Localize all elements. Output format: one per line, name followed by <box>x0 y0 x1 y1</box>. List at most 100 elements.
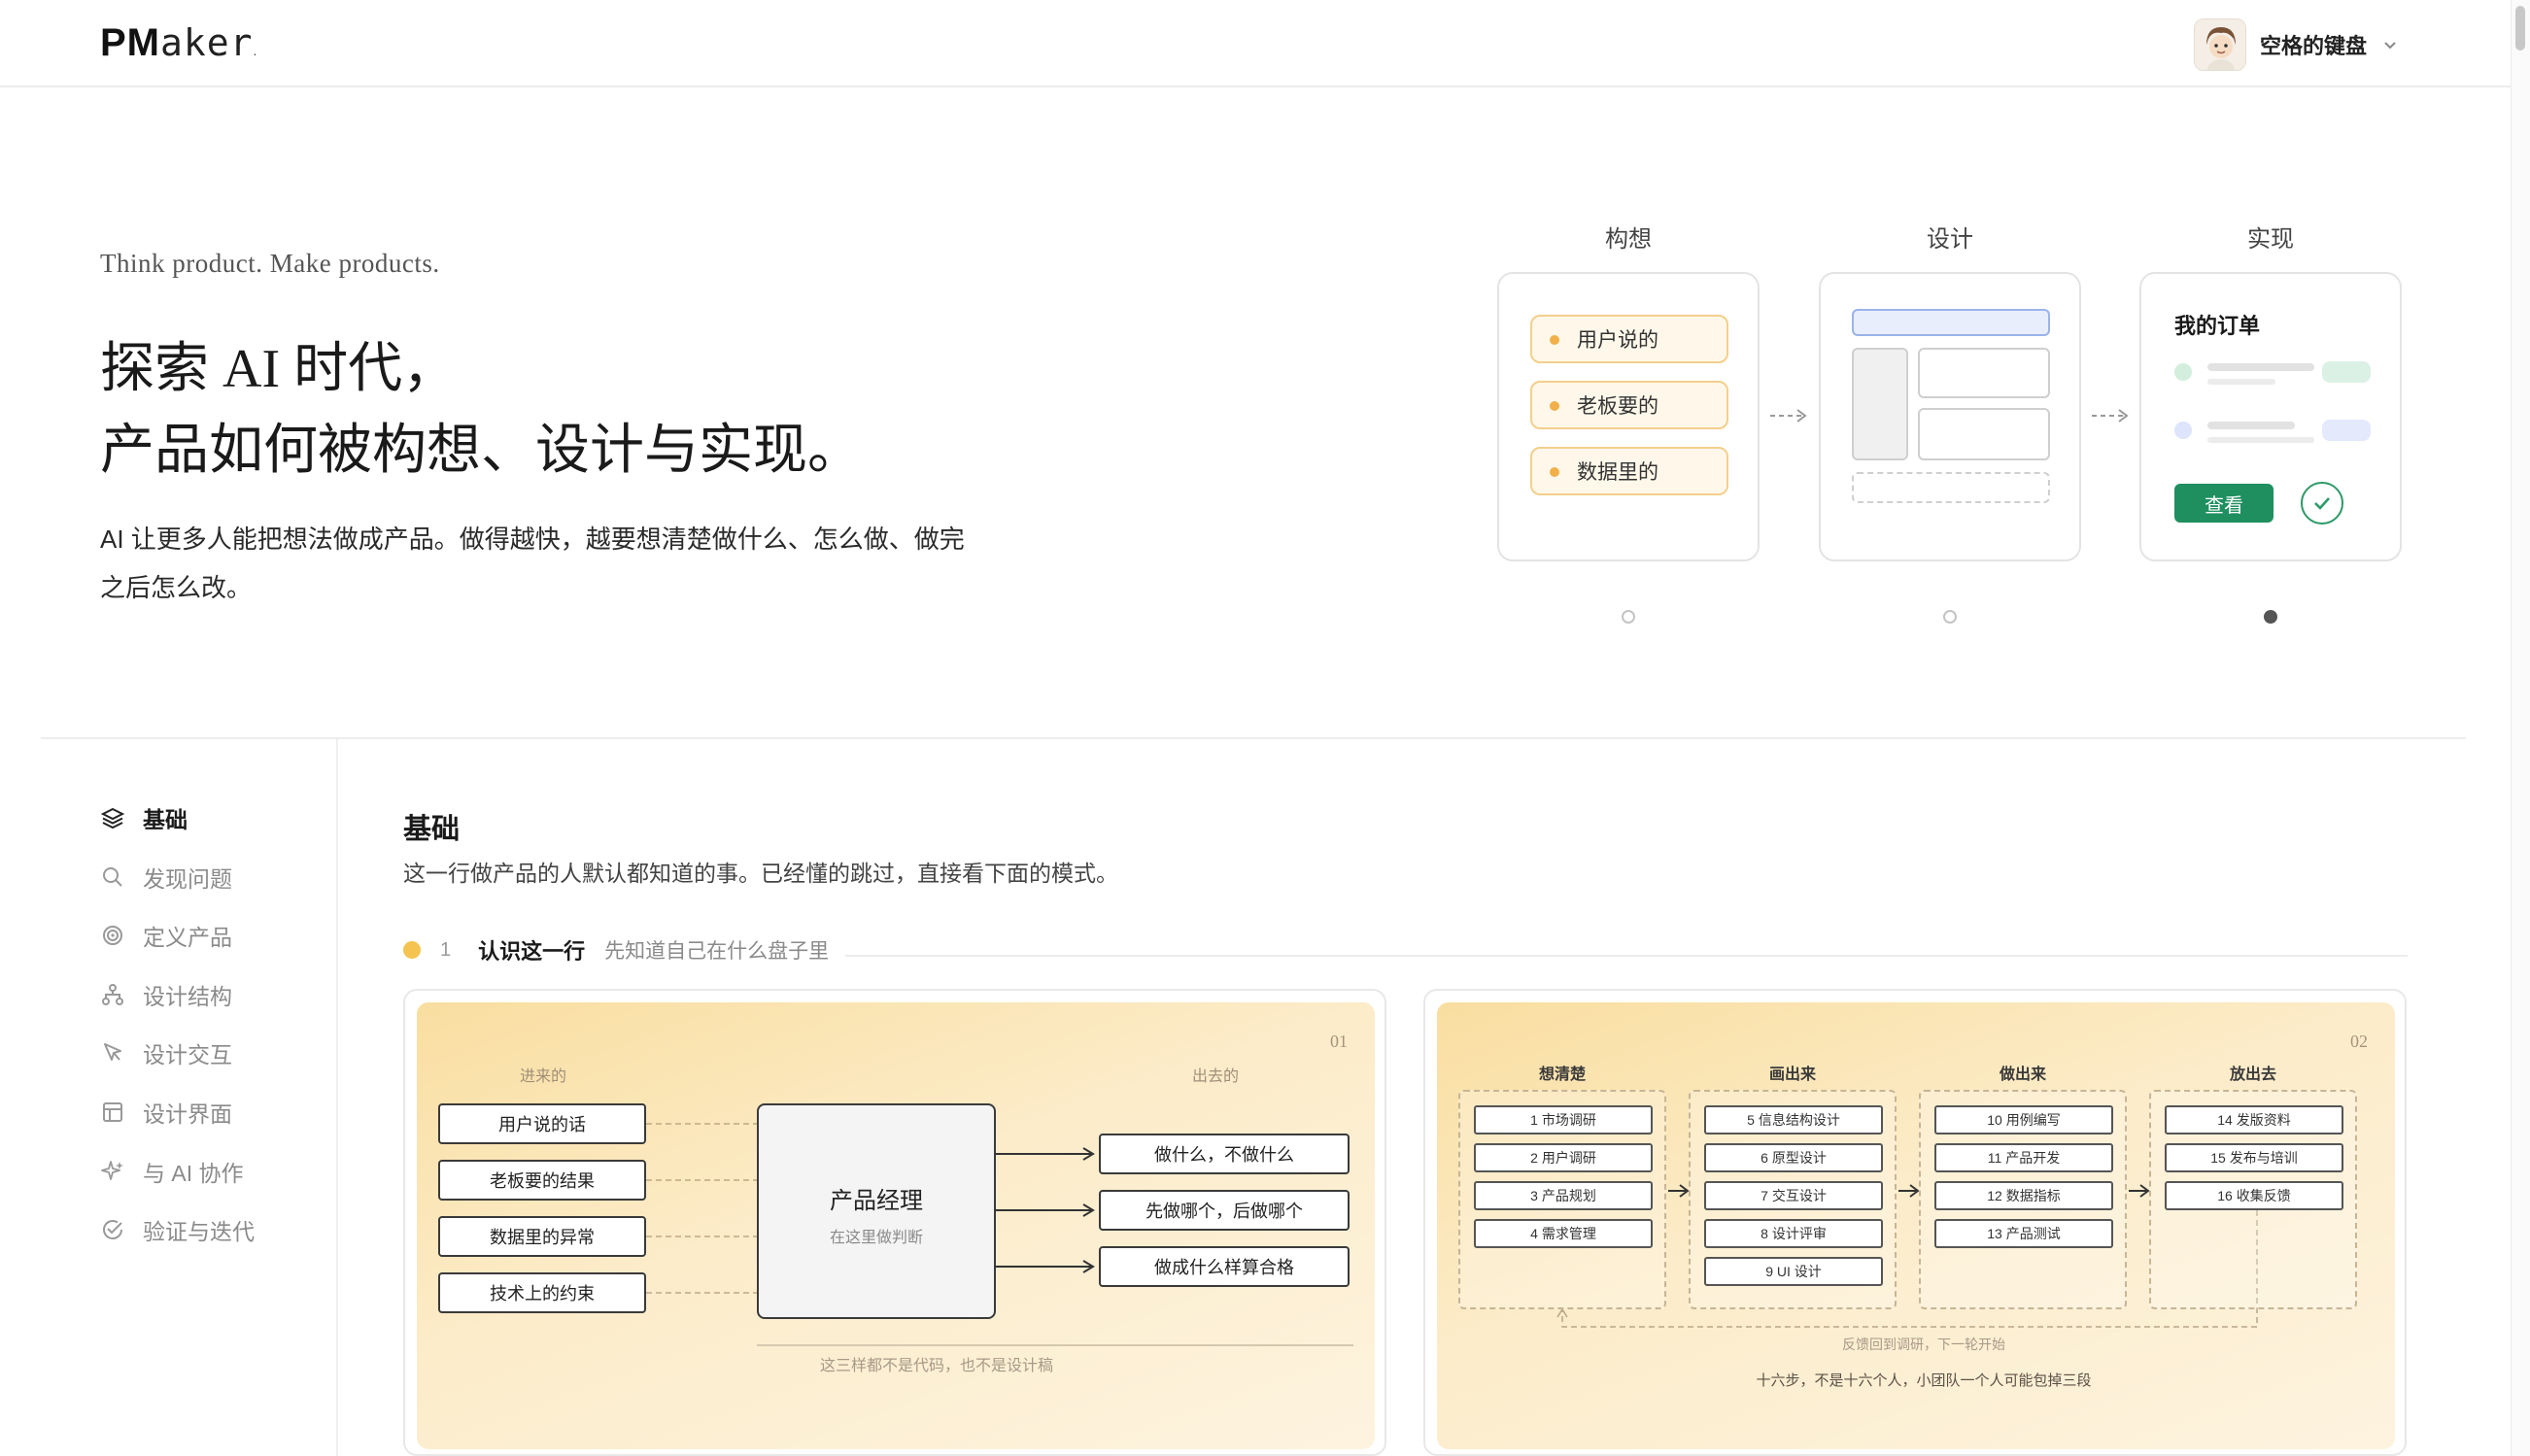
username: 空格的键盘 <box>2260 34 2368 58</box>
sidebar-item-label: 发现问题 <box>143 866 232 892</box>
wireframe-header <box>1852 309 2050 336</box>
step-box: 13 产品测试 <box>1934 1219 2113 1248</box>
status-dot <box>2174 363 2192 381</box>
sidebar-item-label: 定义产品 <box>143 925 232 950</box>
sparkle-icon <box>101 1161 123 1180</box>
sidebar-item-label: 基础 <box>143 807 188 832</box>
step-column: 5 信息结构设计 6 原型设计 7 交互设计 8 设计评审 9 UI 设计 <box>1689 1090 1897 1309</box>
pm-center-box: 产品经理 在这里做判断 <box>757 1103 996 1319</box>
step-box: 8 设计评审 <box>1704 1219 1883 1248</box>
pm-title: 产品经理 <box>830 1188 923 1214</box>
avatar <box>2194 18 2246 71</box>
pmaker-logo[interactable]: PMaker. <box>100 21 257 65</box>
step-box: 11 产品开发 <box>1934 1143 2113 1172</box>
diagram-panel-pm-role: 01 进来的 出去的 用户说的话 老板要的结果 数据里的异常 技术上的约束 产品… <box>403 989 1386 1456</box>
check-circle-icon <box>103 1220 122 1239</box>
sidebar-item-label: 设计结构 <box>143 984 232 1009</box>
panel-inner: 02 想清楚 画出来 做出来 放出去 1 市场调研 2 用户调研 3 产品规划 … <box>1437 1002 2395 1449</box>
carousel-dot-3[interactable] <box>2264 610 2277 624</box>
status-tag <box>2322 361 2371 383</box>
step-box: 15 发布与培训 <box>2165 1143 2343 1172</box>
user-menu[interactable]: 空格的键盘 <box>2194 17 2400 72</box>
ideation-pill: 数据里的 <box>1530 447 1728 495</box>
page-scrollbar[interactable] <box>2511 0 2530 1456</box>
step-title: 认识这一行 <box>478 939 586 964</box>
output-box: 做成什么样算合格 <box>1099 1246 1350 1287</box>
panel-caption: 十六步，不是十六个人，小团队一个人可能包掉三段 <box>1756 1372 2092 1389</box>
layout-icon <box>103 1102 122 1122</box>
hero-tagline: Think product. Make products. <box>100 249 440 278</box>
ideation-pill: 用户说的 <box>1530 315 1728 363</box>
top-header: PMaker. 空格的键盘 <box>0 0 2530 87</box>
feedback-loop-label: 反馈回到调研，下一轮开始 <box>1842 1337 2005 1352</box>
step-dot <box>403 941 421 959</box>
sidebar-item-ai[interactable]: 与 AI 协作 <box>100 1152 244 1191</box>
sidebar-item-label: 设计交互 <box>143 1042 232 1067</box>
step-box: 1 市场调研 <box>1474 1105 1653 1134</box>
pm-subtitle: 在这里做判断 <box>829 1230 923 1246</box>
sidebar-item-interface[interactable]: 设计界面 <box>100 1093 232 1132</box>
dashed-arrow-icon <box>1770 409 1807 423</box>
panel-inner: 01 进来的 出去的 用户说的话 老板要的结果 数据里的异常 技术上的约束 产品… <box>417 1002 1375 1449</box>
sidebar-divider <box>336 739 338 1456</box>
placeholder-line <box>2207 379 2275 385</box>
step-box: 16 收集反馈 <box>2165 1181 2343 1210</box>
logo-dot: . <box>253 43 258 58</box>
sidebar-item-define[interactable]: 定义产品 <box>100 916 232 955</box>
wireframe-footer <box>1852 472 2050 503</box>
sidebar-item-discover[interactable]: 发现问题 <box>100 858 232 897</box>
hero-description: AI 让更多人能把想法做成产品。做得越快，越要想清楚做什么、怎么做、做完之后怎么… <box>100 525 965 602</box>
wireframe-sidebar <box>1852 348 1908 460</box>
sidebar-item-structure[interactable]: 设计结构 <box>100 975 232 1014</box>
step-column: 14 发版资料 15 发布与培训 16 收集反馈 <box>2149 1090 2357 1309</box>
cursor-icon <box>104 1043 121 1061</box>
sidebar-item-validate[interactable]: 验证与迭代 <box>100 1210 255 1249</box>
section-title: 基础 <box>403 814 461 845</box>
view-button[interactable]: 查看 <box>2174 484 2274 523</box>
structure-icon <box>102 984 123 1005</box>
placeholder-line <box>2207 363 2314 371</box>
carousel-dot-1[interactable] <box>1622 610 1635 624</box>
sidebar-item-label: 与 AI 协作 <box>143 1161 244 1186</box>
dashed-arrow-icon <box>2092 409 2129 423</box>
wireframe-block <box>1918 408 2050 460</box>
step-box: 5 信息结构设计 <box>1704 1105 1883 1134</box>
sidebar-item-interaction[interactable]: 设计交互 <box>100 1033 232 1072</box>
step-box: 14 发版资料 <box>2165 1105 2343 1134</box>
step-divider <box>845 955 2408 957</box>
step-box: 6 原型设计 <box>1704 1143 1883 1172</box>
section-description: 这一行做产品的人默认都知道的事。已经懂的跳过，直接看下面的模式。 <box>403 861 1118 886</box>
step-box: 2 用户调研 <box>1474 1143 1653 1172</box>
layers-icon <box>100 807 125 830</box>
placeholder-line <box>2207 437 2314 443</box>
wireframe-block <box>1918 348 2050 398</box>
step-box: 7 交互设计 <box>1704 1181 1883 1210</box>
status-dot <box>2174 422 2192 439</box>
stage-label-design: 设计 <box>1927 226 1973 253</box>
output-box: 做什么，不做什么 <box>1099 1134 1350 1174</box>
scrollbar-thumb[interactable] <box>2515 6 2525 51</box>
carousel-dot-2[interactable] <box>1943 610 1957 624</box>
step-box: 12 数据指标 <box>1934 1181 2113 1210</box>
hero-title: 探索 AI 时代， 产品如何被构想、设计与实现。 <box>100 328 862 491</box>
input-box: 老板要的结果 <box>438 1160 646 1201</box>
stage-label-ideation: 构想 <box>1605 226 1652 253</box>
check-icon <box>2301 482 2343 525</box>
sidebar-item-basics[interactable]: 基础 <box>100 798 188 837</box>
input-box: 用户说的话 <box>438 1103 646 1144</box>
chevron-down-icon <box>2384 42 2396 50</box>
input-box: 数据里的异常 <box>438 1216 646 1257</box>
hero-title-line1: 探索 AI 时代， <box>100 339 458 399</box>
logo-pm-text: PM <box>100 21 160 64</box>
step-column: 1 市场调研 2 用户调研 3 产品规划 4 需求管理 <box>1458 1090 1666 1309</box>
ideation-pill: 老板要的 <box>1530 381 1728 429</box>
step-column: 10 用例编写 11 产品开发 12 数据指标 13 产品测试 <box>1919 1090 2127 1309</box>
sidebar-item-label: 设计界面 <box>143 1101 232 1127</box>
caption-divider <box>757 1344 1353 1346</box>
step-box: 9 UI 设计 <box>1704 1257 1883 1286</box>
target-icon <box>103 926 122 945</box>
placeholder-line <box>2207 422 2295 429</box>
ideation-card: 用户说的 老板要的 数据里的 <box>1497 272 1760 561</box>
order-card: 我的订单 查看 <box>2139 272 2402 561</box>
status-tag <box>2322 420 2371 441</box>
